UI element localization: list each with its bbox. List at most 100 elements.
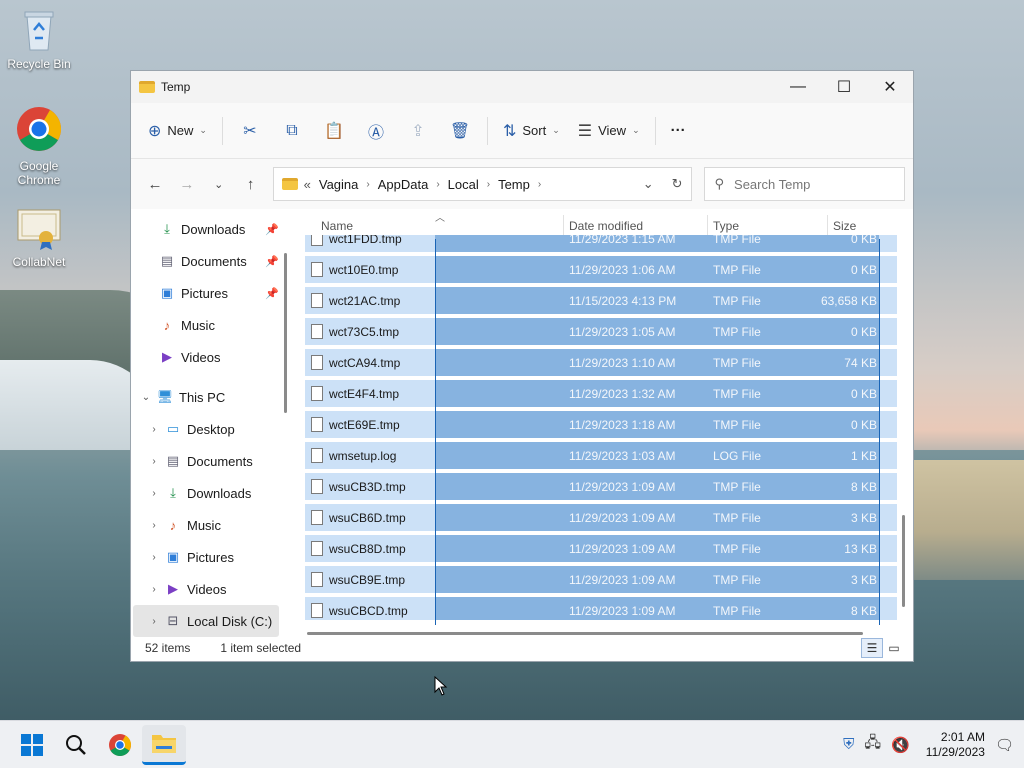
details-view-button[interactable]: ☰ xyxy=(861,638,883,658)
chevron-right-icon[interactable]: › xyxy=(366,179,369,190)
address-dropdown-icon[interactable]: ⌄ xyxy=(643,176,654,192)
sidebar-item-music-pc[interactable]: › ♪ Music xyxy=(131,509,289,541)
new-button[interactable]: ⊕ New ⌄ xyxy=(139,115,216,147)
desktop-icon-recycle-bin[interactable]: Recycle Bin xyxy=(4,8,74,71)
notifications-icon[interactable]: 🗨 xyxy=(995,736,1014,754)
file-row[interactable]: wsuCB8D.tmp 11/29/2023 1:09 AM TMP File 13 … xyxy=(305,535,897,566)
sidebar-item-label: Pictures xyxy=(187,549,234,565)
network-icon[interactable]: 🖧 xyxy=(864,732,881,757)
rename-button[interactable]: Ⓐ xyxy=(355,115,397,147)
sidebar-item-this-pc[interactable]: ⌄ 🖥 This PC xyxy=(131,381,289,413)
row-end xyxy=(879,597,897,620)
file-name: wctE69E.tmp xyxy=(329,418,400,432)
chevron-right-icon[interactable]: › xyxy=(147,488,161,499)
desktop-icon-collabnet[interactable]: CollabNet xyxy=(4,208,74,269)
chevron-right-icon[interactable]: › xyxy=(147,520,161,531)
breadcrumb-item[interactable]: Vagina xyxy=(319,177,359,192)
copy-button[interactable]: ⧉ xyxy=(271,115,313,147)
up-button[interactable]: ↑ xyxy=(235,168,267,200)
clock[interactable]: 2:01 AM 11/29/2023 xyxy=(926,730,985,760)
row-end xyxy=(879,411,897,438)
file-row[interactable]: wct1FDD.tmp 11/29/2023 1:15 AM TMP File 0 K… xyxy=(305,235,897,256)
breadcrumb-overflow[interactable]: « xyxy=(304,177,311,192)
search-taskbar-button[interactable] xyxy=(54,725,98,765)
file-type: TMP File xyxy=(713,235,761,246)
file-row[interactable]: wsuCB3D.tmp 11/29/2023 1:09 AM TMP File 8 K… xyxy=(305,473,897,504)
file-row[interactable]: wsuCB9E.tmp 11/29/2023 1:09 AM TMP File 3 K… xyxy=(305,566,897,597)
minimize-button[interactable]: — xyxy=(775,71,821,103)
tiles-view-button[interactable]: ▭ xyxy=(883,638,905,658)
sidebar-item-documents[interactable]: ▤ Documents 📌 xyxy=(131,245,289,277)
file-row[interactable]: wct21AC.tmp 11/15/2023 4:13 PM TMP File 63,… xyxy=(305,287,897,318)
cut-button[interactable]: ✂ xyxy=(229,115,271,147)
vertical-scrollbar[interactable] xyxy=(902,239,905,625)
sidebar-item-desktop[interactable]: › ▭ Desktop xyxy=(131,413,289,445)
file-row[interactable]: wctE4F4.tmp 11/29/2023 1:32 AM TMP File 0 K… xyxy=(305,380,897,411)
file-size: 0 KB xyxy=(850,235,877,246)
title-bar[interactable]: Temp — ☐ ✕ xyxy=(131,71,913,103)
sidebar-item-downloads-pc[interactable]: › ⤓ Downloads xyxy=(131,477,289,509)
search-box[interactable]: ⚲ Search Temp xyxy=(703,167,905,201)
column-header-name[interactable]: Name xyxy=(321,219,353,233)
address-bar[interactable]: « Vagina › AppData › Local › Temp › ⌄ ↻ xyxy=(272,167,692,201)
view-button[interactable]: ☰ View ⌄ xyxy=(569,115,649,147)
chevron-right-icon[interactable]: › xyxy=(147,456,161,467)
file-date: 11/29/2023 1:09 AM xyxy=(569,542,676,556)
chevron-right-icon[interactable]: › xyxy=(147,424,161,435)
chevron-right-icon[interactable]: › xyxy=(147,584,161,595)
selection-count: 1 item selected xyxy=(220,641,302,655)
close-button[interactable]: ✕ xyxy=(867,71,913,103)
sidebar-item-videos[interactable]: ▶ Videos xyxy=(131,341,289,373)
sidebar-scrollbar[interactable] xyxy=(284,253,287,413)
desktop-icon-chrome[interactable]: Google Chrome xyxy=(4,104,74,187)
chevron-right-icon[interactable]: › xyxy=(436,179,439,190)
file-explorer-taskbar-button[interactable] xyxy=(142,724,186,765)
start-button[interactable] xyxy=(10,725,54,765)
desktop-icon-label: Google Chrome xyxy=(17,159,61,187)
chevron-right-icon[interactable]: › xyxy=(147,616,161,627)
file-row[interactable]: wctE69E.tmp 11/29/2023 1:18 AM TMP File 0 K… xyxy=(305,411,897,442)
plus-circle-icon: ⊕ xyxy=(148,122,162,140)
sidebar-item-videos-pc[interactable]: › ▶ Videos xyxy=(131,573,289,605)
sidebar-item-music[interactable]: ♪ Music xyxy=(131,309,289,341)
file-row[interactable]: wsuCB6D.tmp 11/29/2023 1:09 AM TMP File 3 K… xyxy=(305,504,897,535)
speaker-muted-icon[interactable]: 🔇 xyxy=(891,736,910,754)
chevron-right-icon[interactable]: › xyxy=(538,179,541,190)
command-bar: ⊕ New ⌄ ✂ ⧉ 📋 Ⓐ ⇪ 🗑 ⇅ Sort ⌄ ☰ View ⌄ ··… xyxy=(131,103,913,159)
breadcrumb-item[interactable]: AppData xyxy=(378,177,429,192)
chevron-right-icon[interactable]: › xyxy=(487,179,490,190)
sidebar-item-pictures[interactable]: ▣ Pictures 📌 xyxy=(131,277,289,309)
sidebar-item-documents-pc[interactable]: › ▤ Documents xyxy=(131,445,289,477)
refresh-icon[interactable]: ↻ xyxy=(672,176,683,192)
maximize-button[interactable]: ☐ xyxy=(821,71,867,103)
chrome-taskbar-button[interactable] xyxy=(98,725,142,765)
paste-button[interactable]: 📋 xyxy=(313,115,355,147)
column-header-type[interactable]: Type xyxy=(713,219,739,233)
breadcrumb-item[interactable]: Temp xyxy=(498,177,530,192)
vertical-scrollbar-thumb[interactable] xyxy=(902,515,905,607)
sort-button[interactable]: ⇅ Sort ⌄ xyxy=(494,115,569,147)
recycle-bin-icon xyxy=(24,11,54,51)
column-header-size[interactable]: Size xyxy=(833,219,856,233)
column-header-date[interactable]: Date modified xyxy=(569,219,643,233)
share-button[interactable]: ⇪ xyxy=(397,115,439,147)
file-row[interactable]: wmsetup.log 11/29/2023 1:03 AM LOG File 1 K… xyxy=(305,442,897,473)
file-row[interactable]: wsuCBCD.tmp 11/29/2023 1:09 AM TMP File 8 K… xyxy=(305,597,897,620)
file-row[interactable]: wct10E0.tmp 11/29/2023 1:06 AM TMP File 0 K… xyxy=(305,256,897,287)
more-options-button[interactable]: ··· xyxy=(662,115,695,147)
file-row[interactable]: wct73C5.tmp 11/29/2023 1:05 AM TMP File 0 K… xyxy=(305,318,897,349)
file-icon xyxy=(311,293,323,308)
sidebar-item-label: Music xyxy=(181,317,215,333)
file-row[interactable]: wctCA94.tmp 11/29/2023 1:10 AM TMP File 74 … xyxy=(305,349,897,380)
back-button[interactable]: ← xyxy=(139,168,171,200)
sidebar-item-pictures-pc[interactable]: › ▣ Pictures xyxy=(131,541,289,573)
chevron-right-icon[interactable]: › xyxy=(147,552,161,563)
sidebar-item-local-disk[interactable]: › ⊟ Local Disk (C:) xyxy=(133,605,279,637)
security-shield-icon[interactable]: ⛨ xyxy=(843,736,854,753)
chevron-down-icon[interactable]: ⌄ xyxy=(139,392,153,403)
delete-button[interactable]: 🗑 xyxy=(439,115,481,147)
breadcrumb-item[interactable]: Local xyxy=(448,177,479,192)
sidebar-item-downloads[interactable]: ⤓ Downloads 📌 xyxy=(131,213,289,245)
recent-locations-button[interactable]: ⌄ xyxy=(203,168,235,200)
forward-button[interactable]: → xyxy=(171,168,203,200)
